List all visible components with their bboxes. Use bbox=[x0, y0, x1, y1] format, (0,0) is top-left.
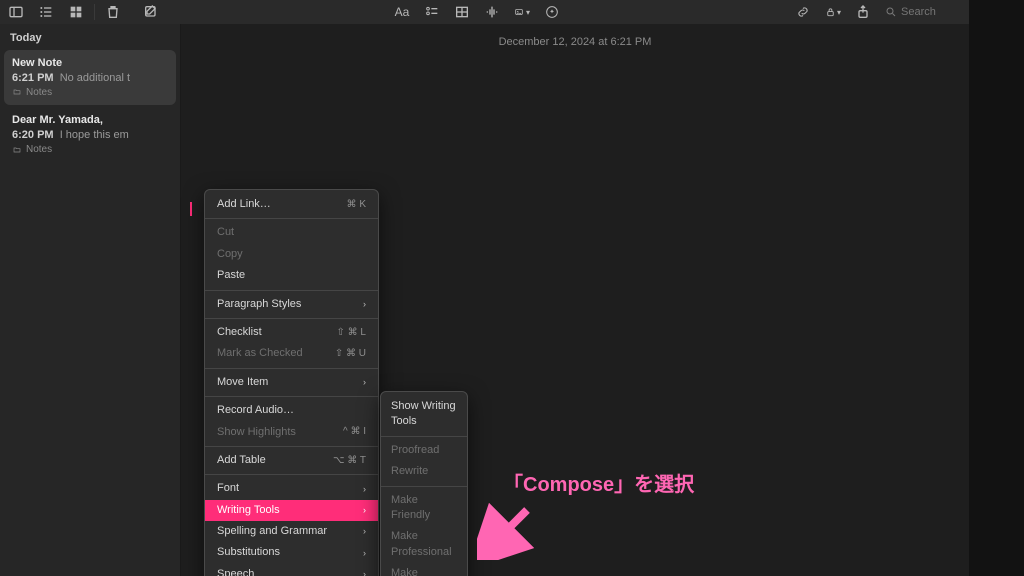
menu-item-label: Speech bbox=[217, 567, 254, 576]
submenu-item: Make Concise bbox=[381, 563, 467, 576]
menu-item-label: Writing Tools bbox=[217, 503, 280, 518]
menu-item[interactable]: Writing Tools › bbox=[205, 500, 378, 521]
annotation-arrow bbox=[477, 500, 537, 560]
menu-item-label: Font bbox=[217, 481, 239, 496]
menu-shortcut: ⌥ ⌘ T bbox=[333, 454, 366, 468]
submenu-item: Make Friendly bbox=[381, 490, 467, 527]
app-window: Aa ▾ ▾ Today New Note6:21 PM No addition… bbox=[0, 0, 969, 576]
menu-separator bbox=[205, 396, 378, 397]
menu-item[interactable]: Checklist ⇧ ⌘ L bbox=[205, 322, 378, 343]
lock-icon[interactable]: ▾ bbox=[825, 4, 841, 20]
menu-separator bbox=[205, 318, 378, 319]
menu-item: Mark as Checked ⇧ ⌘ U bbox=[205, 343, 378, 364]
search-box[interactable] bbox=[885, 6, 961, 18]
submenu-item[interactable]: Show Writing Tools bbox=[381, 396, 467, 433]
note-preview: 6:21 PM No additional t bbox=[12, 71, 168, 86]
menu-item[interactable]: Font › bbox=[205, 478, 378, 499]
menu-shortcut: ⌘ K bbox=[347, 198, 366, 212]
sidebar-toggle-icon[interactable] bbox=[8, 4, 24, 20]
menu-item-label: Spelling and Grammar bbox=[217, 524, 327, 539]
text-format-icon[interactable]: Aa bbox=[394, 4, 410, 20]
toolbar: Aa ▾ ▾ bbox=[0, 0, 969, 24]
menu-item-label: Paste bbox=[217, 268, 245, 283]
menu-item[interactable]: Substitutions › bbox=[205, 542, 378, 563]
link-icon[interactable] bbox=[795, 4, 811, 20]
share-icon[interactable] bbox=[855, 4, 871, 20]
search-input[interactable] bbox=[901, 6, 961, 18]
trash-icon[interactable] bbox=[105, 4, 121, 20]
media-icon[interactable]: ▾ bbox=[514, 4, 530, 20]
annotation-label: 「Compose」を選択 bbox=[503, 468, 694, 497]
menu-item: Cut bbox=[205, 222, 378, 243]
menu-separator bbox=[205, 290, 378, 291]
submenu-item: Proofread bbox=[381, 440, 467, 461]
grid-view-icon[interactable] bbox=[68, 4, 84, 20]
note-card[interactable]: Dear Mr. Yamada,6:20 PM I hope this emNo… bbox=[4, 107, 176, 162]
menu-separator bbox=[381, 486, 467, 487]
text-cursor bbox=[190, 202, 192, 216]
menu-item-label: Show Highlights bbox=[217, 425, 296, 440]
menu-item[interactable]: Paste bbox=[205, 265, 378, 286]
menu-shortcut: ⇧ ⌘ U bbox=[335, 347, 366, 361]
toolbar-divider bbox=[94, 4, 95, 20]
sidebar-header: Today bbox=[4, 28, 176, 48]
menu-separator bbox=[381, 436, 467, 437]
menu-item-label: Mark as Checked bbox=[217, 346, 303, 361]
audio-icon[interactable] bbox=[484, 4, 500, 20]
chevron-right-icon: › bbox=[363, 483, 366, 496]
menu-separator bbox=[205, 368, 378, 369]
menu-shortcut: ^ ⌘ I bbox=[343, 425, 366, 439]
menu-item-label: Move Item bbox=[217, 375, 268, 390]
note-folder: Notes bbox=[12, 86, 168, 100]
chevron-right-icon: › bbox=[363, 568, 366, 576]
menu-item-label: Cut bbox=[217, 225, 234, 240]
note-folder: Notes bbox=[12, 143, 168, 157]
list-view-icon[interactable] bbox=[38, 4, 54, 20]
menu-separator bbox=[205, 218, 378, 219]
chevron-right-icon: › bbox=[363, 525, 366, 538]
context-menu[interactable]: Add Link… ⌘ K Cut Copy Paste Paragraph Styles… bbox=[204, 189, 379, 576]
menu-item[interactable]: Move Item › bbox=[205, 372, 378, 393]
menu-item-label: Checklist bbox=[217, 325, 262, 340]
menu-item[interactable]: Paragraph Styles › bbox=[205, 294, 378, 315]
chevron-right-icon: › bbox=[363, 298, 366, 311]
note-card[interactable]: New Note6:21 PM No additional tNotes bbox=[4, 50, 176, 105]
menu-item: Show Highlights ^ ⌘ I bbox=[205, 422, 378, 443]
table-icon[interactable] bbox=[454, 4, 470, 20]
sidebar: Today New Note6:21 PM No additional tNot… bbox=[0, 24, 181, 576]
menu-item-label: Paragraph Styles bbox=[217, 297, 301, 312]
note-title: New Note bbox=[12, 56, 168, 71]
menu-item[interactable]: Record Audio… bbox=[205, 400, 378, 421]
note-preview: 6:20 PM I hope this em bbox=[12, 128, 168, 143]
editor-pane[interactable]: December 12, 2024 at 6:21 PM Add Link… ⌘ … bbox=[181, 24, 969, 576]
submenu-item: Make Professional bbox=[381, 526, 467, 563]
menu-shortcut: ⇧ ⌘ L bbox=[337, 326, 367, 340]
menu-item-label: Add Table bbox=[217, 453, 266, 468]
chevron-right-icon: › bbox=[363, 376, 366, 389]
search-icon bbox=[885, 6, 897, 18]
compose-icon[interactable] bbox=[143, 4, 159, 20]
checklist-icon[interactable] bbox=[424, 4, 440, 20]
note-timestamp: December 12, 2024 at 6:21 PM bbox=[181, 24, 969, 52]
menu-item[interactable]: Add Link… ⌘ K bbox=[205, 194, 378, 215]
menu-item-label: Record Audio… bbox=[217, 403, 294, 418]
menu-item[interactable]: Speech › bbox=[205, 564, 378, 576]
submenu-item: Rewrite bbox=[381, 461, 467, 482]
writing-tools-submenu[interactable]: Show Writing Tools ProofreadRewrite Make F… bbox=[380, 391, 468, 576]
menu-separator bbox=[205, 446, 378, 447]
menu-item-label: Substitutions bbox=[217, 545, 280, 560]
menu-item[interactable]: Spelling and Grammar › bbox=[205, 521, 378, 542]
menu-item[interactable]: Add Table ⌥ ⌘ T bbox=[205, 450, 378, 471]
chevron-right-icon: › bbox=[363, 504, 366, 517]
chevron-right-icon: › bbox=[363, 547, 366, 560]
menu-item-label: Add Link… bbox=[217, 197, 271, 212]
menu-separator bbox=[205, 474, 378, 475]
ai-sparkle-icon[interactable] bbox=[544, 4, 560, 20]
menu-item: Copy bbox=[205, 244, 378, 265]
note-title: Dear Mr. Yamada, bbox=[12, 113, 168, 128]
menu-item-label: Copy bbox=[217, 247, 243, 262]
